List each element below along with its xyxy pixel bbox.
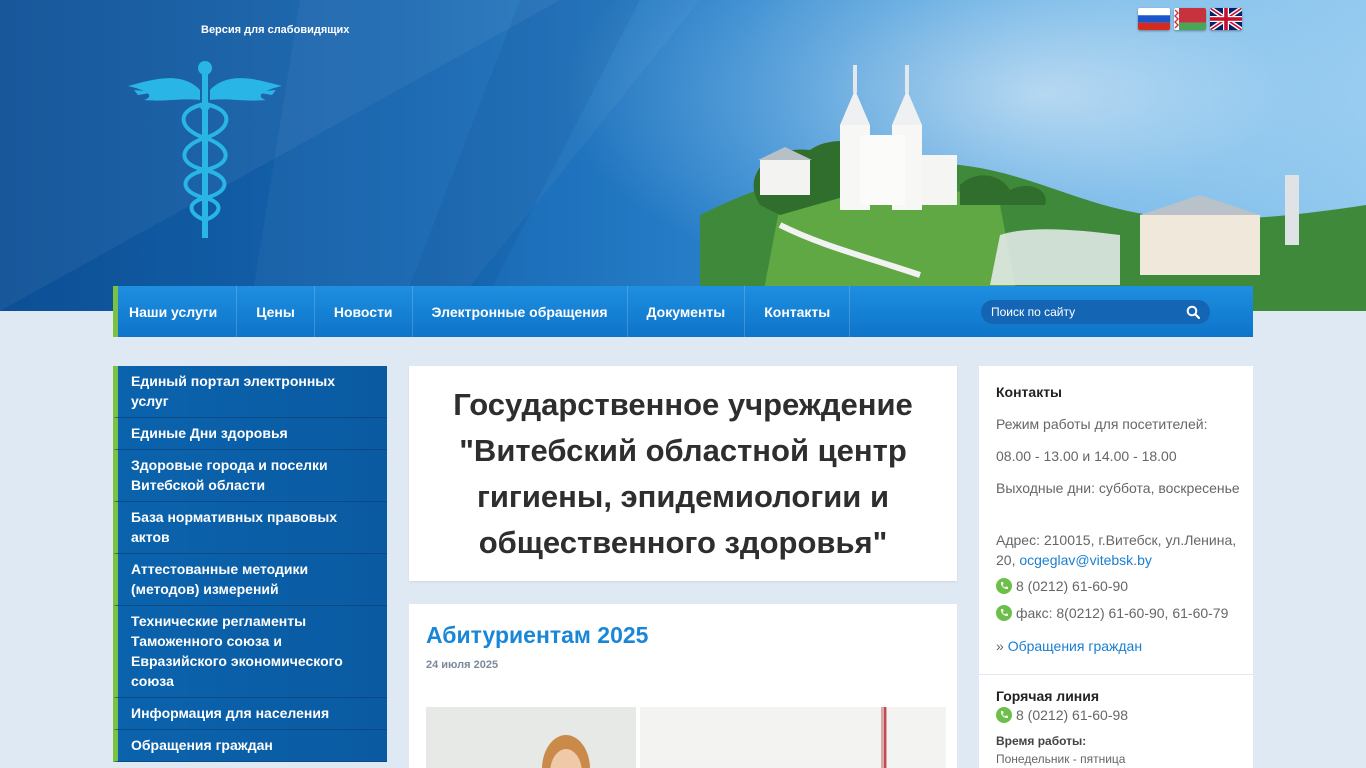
organization-title-card: Государственное учреждение "Витебский об… (409, 366, 957, 581)
news-title-link[interactable]: Абитуриентам 2025 (426, 622, 648, 649)
address: Адрес: 210015, г.Витебск, ул.Ленина, 20,… (996, 530, 1241, 570)
hotline-phone-number[interactable]: 8 (0212) 61-60-98 (1016, 707, 1128, 723)
fax-number: факс: 8(0212) 61-60-90, 61-60-79 (1016, 605, 1229, 621)
left-sidebar-menu: Единый портал электронных услуг Единые Д… (113, 366, 387, 762)
contacts-panel: Контакты Режим работы для посетителей: 0… (979, 366, 1253, 768)
sidebar-item-e-services-portal[interactable]: Единый портал электронных услуг (113, 366, 387, 418)
sidebar-item-public-information[interactable]: Информация для населения (113, 698, 387, 730)
caduceus-logo-icon[interactable] (126, 60, 284, 240)
nav-item-prices[interactable]: Цены (237, 286, 315, 337)
nav-item-news[interactable]: Новости (315, 286, 413, 337)
sidebar-item-citizen-appeals[interactable]: Обращения граждан (113, 730, 387, 762)
russian-flag-icon[interactable] (1138, 8, 1170, 30)
phone-number[interactable]: 8 (0212) 61-60-90 (1016, 578, 1128, 594)
email-link[interactable]: ocgeglav@vitebsk.by (1019, 552, 1152, 568)
main-navigation: Наши услуги Цены Новости Электронные обр… (113, 286, 1253, 337)
english-flag-icon[interactable] (1210, 8, 1242, 30)
sidebar-item-healthy-cities[interactable]: Здоровые города и поселки Витебской обла… (113, 450, 387, 502)
work-days: Понедельник - пятница (996, 752, 1126, 766)
news-date: 24 июля 2025 (426, 659, 499, 671)
contacts-divider (979, 674, 1253, 675)
vitebsk-cathedral-landscape-image (700, 65, 1366, 311)
citizen-appeals-link[interactable]: Обращения граждан (1008, 638, 1142, 654)
search-icon[interactable] (1186, 305, 1200, 319)
nav-item-services[interactable]: Наши услуги (118, 286, 238, 337)
language-flags (1138, 8, 1242, 30)
work-time-label: Время работы: (996, 734, 1087, 748)
hotline-phone-line: 8 (0212) 61-60-98 (996, 707, 1128, 723)
hotline-heading: Горячая линия (996, 688, 1100, 704)
sidebar-item-technical-regulations[interactable]: Технические регламенты Таможенного союза… (113, 606, 387, 698)
nav-item-documents[interactable]: Документы (628, 286, 746, 337)
site-search (981, 300, 1210, 324)
phone-icon (996, 578, 1012, 594)
news-photo-image[interactable] (426, 707, 946, 768)
news-card: Абитуриентам 2025 24 июля 2025 (409, 604, 957, 768)
visitor-hours-label: Режим работы для посетителей: (996, 416, 1208, 432)
belarusian-flag-icon[interactable] (1174, 8, 1206, 30)
search-input[interactable] (991, 305, 1171, 319)
visitor-hours: 08.00 - 13.00 и 14.00 - 18.00 (996, 448, 1177, 464)
sidebar-item-measurement-methods[interactable]: Аттестованные методики (методов) измерен… (113, 554, 387, 606)
phone-line: 8 (0212) 61-60-90 (996, 578, 1128, 594)
fax-line: факс: 8(0212) 61-60-90, 61-60-79 (996, 605, 1228, 621)
sidebar-item-legal-acts-base[interactable]: База нормативных правовых актов (113, 502, 387, 554)
low-vision-version-link[interactable]: Версия для слабовидящих (201, 24, 349, 36)
days-off: Выходные дни: суббота, воскресенье (996, 480, 1240, 496)
phone-icon (996, 605, 1012, 621)
site-header: Версия для слабовидящих (0, 0, 1366, 311)
sidebar-item-health-days[interactable]: Единые Дни здоровья (113, 418, 387, 450)
appeals-line: » Обращения граждан (996, 636, 1241, 656)
nav-item-electronic-appeals[interactable]: Электронные обращения (413, 286, 628, 337)
contacts-heading: Контакты (996, 384, 1063, 400)
phone-icon (996, 707, 1012, 723)
page-title: Государственное учреждение "Витебский об… (453, 386, 913, 560)
appeals-bullet: » (996, 638, 1008, 654)
nav-item-contacts[interactable]: Контакты (745, 286, 851, 337)
